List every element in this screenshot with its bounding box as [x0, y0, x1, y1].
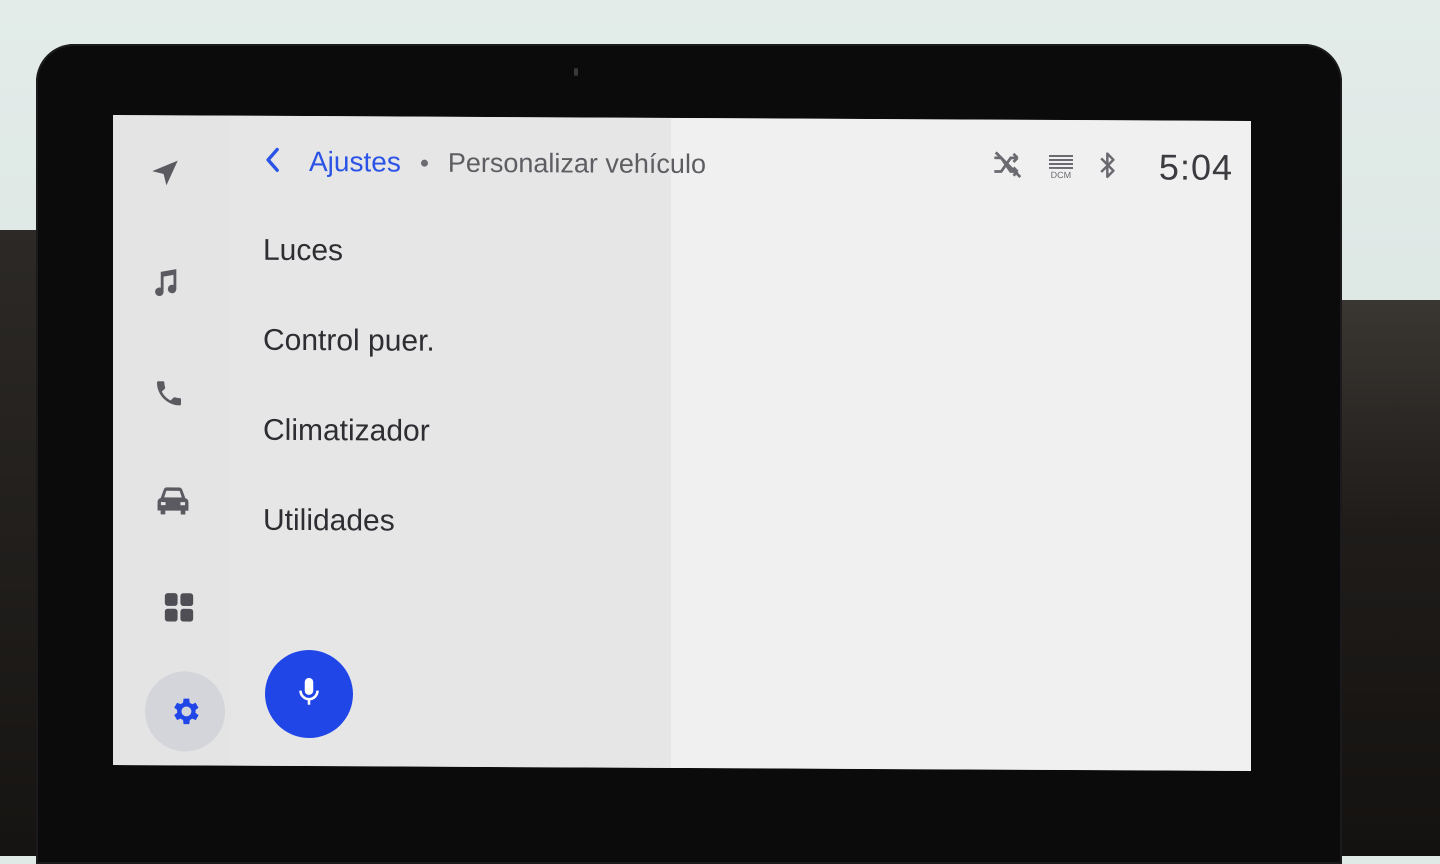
bluetooth-icon	[1097, 150, 1119, 185]
dashboard-right	[1330, 300, 1440, 856]
list-item-control-puer[interactable]: Control puer.	[263, 324, 435, 359]
breadcrumb-ajustes[interactable]: Ajustes	[309, 146, 401, 178]
breadcrumb: Ajustes Personalizar vehículo	[263, 140, 706, 186]
microphone-icon	[294, 675, 324, 713]
list-item-climatizador[interactable]: Climatizador	[263, 414, 430, 449]
music-note-icon[interactable]	[145, 263, 185, 303]
breadcrumb-separator	[420, 159, 428, 167]
apps-grid-icon[interactable]	[159, 587, 199, 627]
list-item-utilidades[interactable]: Utilidades	[263, 504, 395, 539]
car-icon[interactable]	[153, 481, 193, 521]
camera-icon	[574, 68, 578, 76]
shuffle-off-icon	[991, 149, 1025, 184]
phone-icon[interactable]	[149, 373, 189, 413]
status-bar: DCM 5:04	[991, 142, 1233, 193]
voice-button[interactable]	[265, 649, 353, 739]
side-rail	[113, 115, 231, 766]
list-item-luces[interactable]: Luces	[263, 234, 343, 268]
navigation-arrow-icon[interactable]	[145, 153, 185, 193]
chevron-left-icon[interactable]	[263, 146, 281, 177]
clock: 5:04	[1158, 146, 1233, 188]
gear-icon[interactable]	[165, 691, 205, 731]
dcm-signal-icon: DCM	[1047, 154, 1075, 180]
page-title: Personalizar vehículo	[447, 147, 706, 179]
detail-pane	[671, 117, 1251, 771]
infotainment-screen: Ajustes Personalizar vehículo DCM 5:04 L…	[113, 115, 1251, 771]
